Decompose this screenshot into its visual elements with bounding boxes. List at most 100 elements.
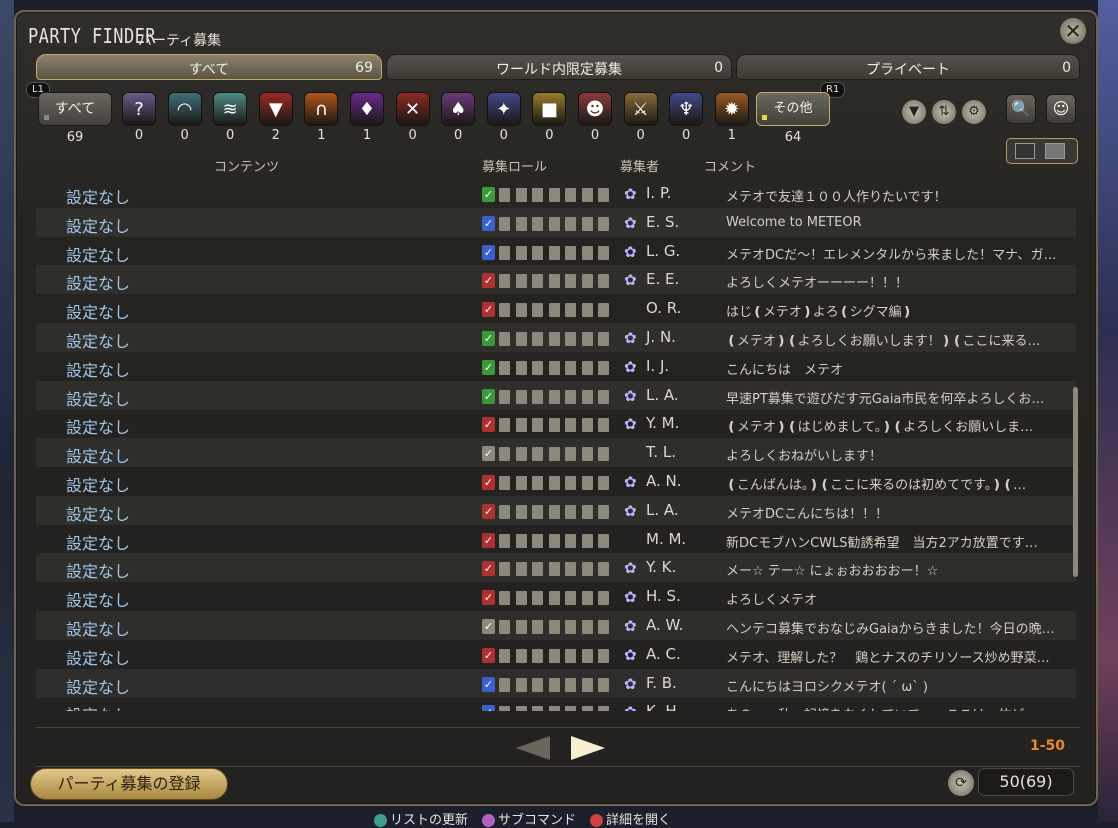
job-icon: ✿: [624, 242, 637, 261]
category-question-button[interactable]: ? 0: [118, 90, 160, 146]
role-slot: [565, 447, 576, 462]
row-comment: メテオDCだ～！エレメンタルから来ました！マナ、ガ…: [726, 247, 1057, 263]
detail-view-icon[interactable]: [1045, 143, 1065, 159]
role-slot: [598, 677, 609, 692]
close-icon[interactable]: ✕: [1060, 18, 1086, 44]
recruiter-name: Y. M.: [646, 414, 680, 433]
category-all-button[interactable]: すべて: [38, 92, 112, 126]
category-dungeon-button[interactable]: ◠ 0: [164, 90, 206, 146]
category-scroll-button[interactable]: ≋ 0: [209, 90, 251, 146]
role-slot: [532, 245, 543, 260]
category-count: 0: [454, 128, 463, 143]
table-row[interactable]: 設定なし ✓ O. R. はじ❪メテオ❫よろ❪シグマ編❫: [36, 294, 1076, 323]
sort-icon[interactable]: ⇅: [932, 100, 956, 124]
category-other-button[interactable]: その他: [756, 92, 830, 126]
listing-table: 設定なし ✓ ✿ I. P. メテオで友達１００人作りたいです！ 設定なし ✓ ✿ E. S. W…: [36, 179, 1076, 711]
table-row[interactable]: 設定なし ✓ ✿ A. W. ヘンテコ募集でおなじみGaiaからきました！今日の晩…: [36, 611, 1076, 640]
role-check-icon: ✓: [482, 215, 495, 231]
prev-page-arrow-icon[interactable]: [516, 736, 550, 760]
table-row[interactable]: 設定なし ✓ ✿ J. N. ❪メテオ❫❪よろしくお願いします！❫❪ここに来る…: [36, 323, 1076, 352]
category-varied-button[interactable]: ✹ 1: [711, 90, 753, 146]
tab-world-only[interactable]: ワールド内限定募集 0: [386, 54, 732, 80]
role-slot: [581, 447, 593, 462]
view-toggle[interactable]: [1006, 138, 1078, 164]
row-comment: こんにちは メテオ: [726, 362, 844, 378]
search-icon[interactable]: 🔍: [1006, 94, 1036, 124]
category-deep-dungeon-button[interactable]: ✦ 0: [483, 90, 525, 146]
role-slot: [548, 188, 560, 202]
table-row[interactable]: 設定なし ✓ M. M. 新DCモブハンCWLS勧誘希望 当方2アカ放置です…: [36, 525, 1076, 554]
category-other-label: その他: [773, 101, 813, 116]
role-slot: [598, 620, 609, 634]
recruiter-name: L. G.: [646, 241, 681, 260]
table-row[interactable]: 設定なし ✓ ✿ L. G. メテオDCだ～！エレメンタルから来ました！マナ、ガ…: [36, 237, 1076, 266]
role-slot: [499, 389, 510, 404]
table-row[interactable]: 設定なし ✓ ✿ K. H. あの……私、記憶をなくしていて……ここは一体ど…: [36, 697, 1076, 711]
role-slot: [499, 216, 510, 231]
tab-count: 0: [714, 60, 723, 76]
role-slot: [565, 360, 576, 375]
table-row[interactable]: 設定なし ✓ T. L. よろしくおねがいします！: [36, 438, 1076, 468]
tab-all[interactable]: すべて 69: [36, 54, 382, 80]
table-row[interactable]: 設定なし ✓ ✿ E. E. よろしくメテオーーーー！！！: [36, 265, 1076, 295]
role-slot: [565, 476, 576, 490]
tab-private[interactable]: プライベート 0: [736, 54, 1080, 80]
category-gold-saucer-button[interactable]: ♠ 0: [437, 90, 479, 146]
column-header-comment[interactable]: コメント: [704, 156, 756, 175]
gear-icon[interactable]: ⚙: [962, 100, 986, 124]
category-fate-button[interactable]: ☻ 0: [574, 90, 616, 146]
role-check-icon: ✓: [482, 647, 495, 663]
column-header-role[interactable]: 募集ロール: [482, 156, 547, 175]
refresh-icon[interactable]: ⟳: [948, 770, 974, 796]
table-row[interactable]: 設定なし ✓ ✿ A. N. ❪こんばんは。❫❪ここに来るのは初めてです。❫❪…: [36, 467, 1076, 496]
category-trial-button[interactable]: ▼ 2: [255, 90, 297, 146]
recruiter-name: I. P.: [646, 184, 672, 202]
table-row[interactable]: 設定なし ✓ ✿ A. C. メテオ、理解した？ 鶏とナスのチリソース炒め野菜…: [36, 640, 1076, 669]
party-finder-window: PARTY FINDER パーティ募集 ✕ すべて 69 ワールド内限定募集 0…: [14, 10, 1098, 806]
recruiter-name: A. N.: [646, 472, 682, 490]
table-row[interactable]: 設定なし ✓ ✿ L. A. 早速PT募集で遊びだす元Gaia市民を何卒よろしくお…: [36, 380, 1076, 410]
table-row[interactable]: 設定なし ✓ ✿ Y. K. メー☆ テー☆ にょぉおおおおー！☆: [36, 553, 1076, 583]
deep-dungeon-icon: ✦: [486, 92, 521, 126]
recruiter-name: H. S.: [646, 587, 681, 606]
category-raid-button[interactable]: ∩ 1: [300, 90, 342, 146]
table-row[interactable]: 設定なし ✓ ✿ E. S. Welcome to METEOR: [36, 207, 1076, 237]
profile-icon[interactable]: ☺: [1046, 94, 1076, 124]
gold-saucer-icon: ♠: [441, 92, 476, 126]
column-header-content[interactable]: コンテンツ: [214, 156, 279, 175]
table-row[interactable]: 設定なし ✓ ✿ Y. M. ❪メテオ❫❪はじめまして。❫❪よろしくお願いしま…: [36, 409, 1076, 438]
table-row[interactable]: 設定なし ✓ ✿ I. J. こんにちは メテオ: [36, 352, 1076, 381]
category-alliance-button[interactable]: ♦ 1: [346, 90, 388, 146]
role-slot: [565, 677, 576, 692]
list-scrollbar[interactable]: [1073, 387, 1078, 577]
role-slot: [515, 216, 527, 231]
list-view-icon[interactable]: [1015, 143, 1035, 159]
role-slot: [499, 706, 510, 711]
role-slot: [548, 303, 560, 318]
table-row[interactable]: 設定なし ✓ ✿ L. A. メテオDCこんにちは！！！: [36, 495, 1076, 525]
row-comment: メテオDCこんにちは！！！: [726, 506, 889, 522]
role-slot: [532, 533, 543, 548]
row-comment: メテオで友達１００人作りたいです！: [726, 190, 947, 205]
category-pvp-button[interactable]: ✕ 0: [392, 90, 434, 146]
role-slot: [565, 591, 576, 606]
role-slot: [515, 591, 527, 606]
row-comment: ❪メテオ❫❪よろしくお願いします！❫❪ここに来る…: [726, 334, 1041, 349]
register-recruitment-button[interactable]: パーティ募集の登録: [30, 768, 228, 800]
filter-icon[interactable]: ▼: [902, 100, 926, 124]
column-header-recruiter[interactable]: 募集者: [620, 156, 659, 175]
role-slot: [548, 418, 560, 433]
category-count: 1: [362, 128, 372, 143]
category-hunt-button[interactable]: ⚔ 0: [620, 90, 662, 146]
job-icon: ✿: [624, 386, 637, 405]
category-treasure-button[interactable]: ■ 0: [528, 90, 570, 146]
category-count: 0: [636, 128, 645, 143]
recruiter-name: E. S.: [646, 212, 680, 231]
category-field-button[interactable]: ♆ 0: [665, 90, 707, 146]
next-page-arrow-icon[interactable]: [571, 736, 605, 760]
job-icon: ✿: [624, 703, 637, 711]
table-row[interactable]: 設定なし ✓ ✿ F. B. こんにちはヨロシクメテオ( ´ ω` ): [36, 668, 1076, 698]
table-row[interactable]: 設定なし ✓ ✿ H. S. よろしくメテオ: [36, 582, 1076, 611]
table-row[interactable]: 設定なし ✓ ✿ I. P. メテオで友達１００人作りたいです！: [36, 179, 1076, 208]
job-icon: ✿: [624, 271, 637, 290]
